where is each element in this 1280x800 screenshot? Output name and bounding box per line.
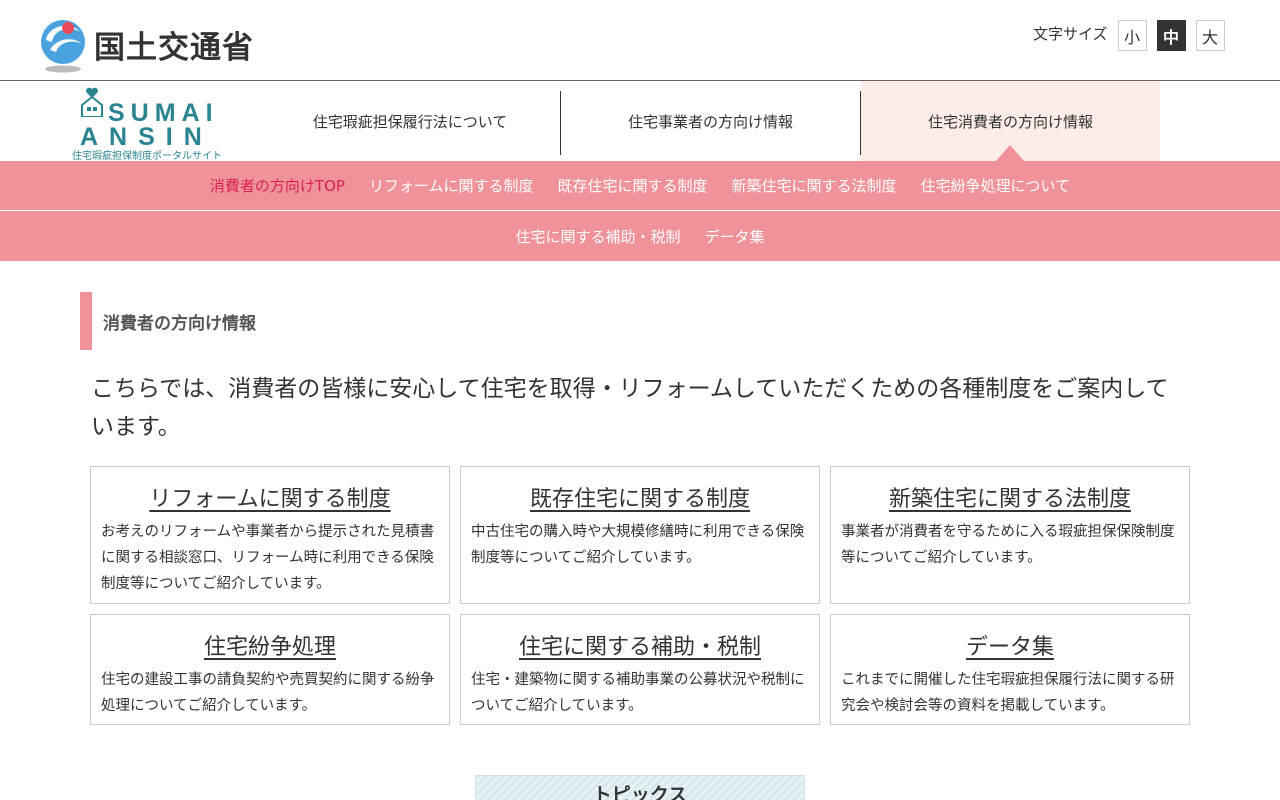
tab-business-info[interactable]: 住宅事業者の方向け情報 bbox=[561, 81, 860, 161]
site-header: 国土交通省 文字サイズ 小 中 大 bbox=[0, 0, 1280, 81]
card-dispute-resolution[interactable]: 住宅紛争処理 住宅の建設工事の請負契約や売買契約に関する紛争処理についてご紹介し… bbox=[90, 614, 450, 725]
sumai-ansin-logo[interactable]: SUMAI ANSIN 住宅瑕疵担保制度ポータルサイト bbox=[72, 85, 240, 162]
subnav-row: 消費者の方向けTOP リフォームに関する制度 既存住宅に関する制度 新築住宅に関… bbox=[0, 161, 1280, 211]
house-heart-icon bbox=[81, 87, 103, 117]
card-description: 住宅の建設工事の請負契約や売買契約に関する紛争処理についてご紹介しています。 bbox=[101, 672, 435, 714]
tab-label: 住宅瑕疵担保履行法について bbox=[312, 112, 508, 131]
tab-label: 住宅消費者の方向け情報 bbox=[927, 112, 1093, 131]
card-title-link[interactable]: 既存住宅に関する制度 bbox=[471, 481, 809, 513]
card-reform[interactable]: リフォームに関する制度 お考えのリフォームや事業者から提示された見積書に関する相… bbox=[90, 466, 450, 604]
card-title-link[interactable]: 住宅に関する補助・税制 bbox=[471, 629, 809, 661]
card-title-link[interactable]: データ集 bbox=[841, 629, 1179, 661]
portal-nav: SUMAI ANSIN 住宅瑕疵担保制度ポータルサイト 住宅瑕疵担保履行法につい… bbox=[0, 81, 1280, 162]
card-new-housing[interactable]: 新築住宅に関する法制度 事業者が消費者を守るために入る瑕疵担保保険制度等について… bbox=[830, 466, 1190, 604]
sumai-logo-caption: 住宅瑕疵担保制度ポータルサイト bbox=[72, 151, 222, 162]
topics-title: トピックス bbox=[592, 784, 688, 800]
card-title-link[interactable]: リフォームに関する制度 bbox=[101, 481, 439, 513]
card-title-link[interactable]: 新築住宅に関する法制度 bbox=[841, 481, 1179, 513]
card-description: 住宅・建築物に関する補助事業の公募状況や税制についてご紹介しています。 bbox=[471, 672, 805, 714]
ministry-name: 国土交通省 bbox=[94, 30, 254, 66]
active-tab-indicator bbox=[996, 145, 1024, 161]
card-description: これまでに開催した住宅瑕疵担保履行法に関する研究会や検討会等の資料を掲載していま… bbox=[841, 672, 1175, 714]
lead-text: こちらでは、消費者の皆様に安心して住宅を取得・リフォームしていただくための各種制… bbox=[91, 376, 1169, 440]
card-data[interactable]: データ集 これまでに開催した住宅瑕疵担保履行法に関する研究会や検討会等の資料を掲… bbox=[830, 614, 1190, 725]
subnav-subsidy-tax[interactable]: 住宅に関する補助・税制 bbox=[515, 226, 680, 247]
card-description: 事業者が消費者を守るために入る瑕疵担保保険制度等についてご紹介しています。 bbox=[841, 524, 1175, 566]
mlit-emblem-icon bbox=[38, 18, 88, 74]
topics-heading: トピックス bbox=[475, 775, 805, 800]
tab-warranty-law[interactable]: 住宅瑕疵担保履行法について bbox=[260, 81, 560, 161]
subnav-data[interactable]: データ集 bbox=[705, 226, 765, 247]
font-size-large-button[interactable]: 大 bbox=[1195, 20, 1225, 51]
subnav-reform[interactable]: リフォームに関する制度 bbox=[369, 175, 534, 196]
section-title: 消費者の方向け情報 bbox=[80, 292, 680, 350]
subnav-new-housing[interactable]: 新築住宅に関する法制度 bbox=[732, 175, 897, 196]
font-size-switcher: 文字サイズ 小 中 大 bbox=[1033, 20, 1225, 51]
card-description: 中古住宅の購入時や大規模修繕時に利用できる保険制度等についてご紹介しています。 bbox=[471, 524, 805, 566]
font-size-label: 文字サイズ bbox=[1033, 25, 1108, 43]
subnav-consumer-top[interactable]: 消費者の方向けTOP bbox=[210, 175, 345, 196]
card-description: お考えのリフォームや事業者から提示された見積書に関する相談窓口、リフォーム時に利… bbox=[101, 524, 435, 592]
subnav-dispute-resolution[interactable]: 住宅紛争処理について bbox=[921, 175, 1071, 196]
tab-label: 住宅事業者の方向け情報 bbox=[627, 112, 793, 131]
card-subsidy-tax[interactable]: 住宅に関する補助・税制 住宅・建築物に関する補助事業の公募状況や税制についてご紹… bbox=[460, 614, 820, 725]
font-size-small-button[interactable]: 小 bbox=[1117, 20, 1147, 51]
card-title-link[interactable]: 住宅紛争処理 bbox=[101, 629, 439, 661]
subnav-existing-housing[interactable]: 既存住宅に関する制度 bbox=[557, 175, 707, 196]
consumer-subnav: 消費者の方向けTOP リフォームに関する制度 既存住宅に関する制度 新築住宅に関… bbox=[0, 161, 1280, 261]
font-size-medium-button[interactable]: 中 bbox=[1156, 20, 1186, 51]
mlit-logo[interactable]: 国土交通省 bbox=[38, 18, 268, 74]
subnav-row: 住宅に関する補助・税制 データ集 bbox=[0, 211, 1280, 261]
card-existing-housing[interactable]: 既存住宅に関する制度 中古住宅の購入時や大規模修繕時に利用できる保険制度等につい… bbox=[460, 466, 820, 604]
